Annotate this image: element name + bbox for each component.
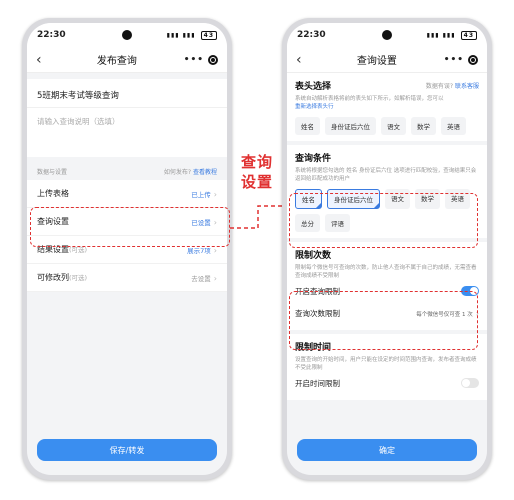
help-text: 如何发布? 查看教程 (164, 167, 217, 176)
close-target-icon[interactable] (467, 54, 478, 65)
row-upload-table[interactable]: 上传表格 已上传 › (27, 180, 227, 208)
close-target-icon[interactable] (207, 54, 218, 65)
battery-icon: 43 (460, 30, 477, 40)
more-icon[interactable]: ••• (184, 55, 204, 65)
left-phone-frame: 22:30 ▮▮▮ ▮▮▮ 43 ‹ 发布查询 ••• 5班期末考试等级查询 请… (22, 18, 232, 480)
more-icon[interactable]: ••• (444, 55, 464, 65)
highlight-limit-count (289, 291, 478, 350)
toggle-label: 开启时间限制 (295, 378, 340, 388)
battery-icon: 43 (200, 30, 217, 40)
back-icon[interactable]: ‹ (296, 52, 310, 68)
section-header: 数据与设置 如何发布? 查看教程 (27, 163, 227, 180)
chevron-right-icon: › (213, 189, 217, 199)
page-title: 发布查询 (96, 56, 137, 67)
header-chip[interactable]: 语文 (381, 117, 406, 135)
help-prefix: 如何发布? (163, 169, 192, 176)
title-input[interactable]: 5班期末考试等级查询 (27, 79, 227, 108)
annotation-label: 查询 设置 (235, 152, 279, 192)
description-input[interactable]: 请输入查询说明（选填） (27, 108, 227, 157)
right-phone-screen: 22:30 ▮▮▮ ▮▮▮ 43 ‹ 查询设置 ••• 表头选择 数据有误? 联… (287, 23, 487, 475)
mini-program-capsule: ••• (444, 54, 478, 65)
row-label: 上传表格 (37, 188, 69, 199)
header-select-section: 表头选择 数据有误? 联系客服 系统自动解析表格将前的表头如下所示，如解析错误，… (287, 73, 487, 141)
section-heading: 查询条件 (295, 151, 479, 164)
status-time: 22:30 (297, 30, 326, 40)
tutorial-link[interactable]: 查看教程 (193, 169, 217, 176)
status-bar: 22:30 ▮▮▮ ▮▮▮ 43 (287, 23, 487, 47)
row-label-text: 可修改列 (37, 273, 69, 282)
save-share-button[interactable]: 保存/转发 (37, 439, 217, 461)
nav-bar: ‹ 查询设置 ••• (287, 47, 487, 73)
header-chip[interactable]: 姓名 (295, 117, 320, 135)
row-value-wrap: 去设置 › (191, 273, 217, 283)
row-value: 去设置 (191, 274, 211, 283)
row-label: 可修改列(可选) (37, 272, 87, 283)
status-bar: 22:30 ▮▮▮ ▮▮▮ 43 (27, 23, 227, 47)
section-heading: 表头选择 数据有误? 联系客服 (295, 79, 479, 92)
section-heading: 限制次数 (295, 248, 479, 261)
highlight-query-settings (30, 207, 230, 247)
back-icon[interactable]: ‹ (36, 52, 50, 68)
row-editable-columns[interactable]: 可修改列(可选) 去设置 › (27, 264, 227, 292)
header-chip[interactable]: 数学 (411, 117, 436, 135)
page-title: 查询设置 (356, 56, 397, 67)
camera-hole (382, 30, 392, 40)
annotation-line-1: 查询 (240, 153, 273, 171)
support-hint: 数据有误? 联系客服 (426, 81, 479, 90)
annotation-line-2: 设置 (240, 173, 273, 191)
section-title: 查询条件 (295, 154, 332, 164)
row-value: 已上传 (191, 190, 211, 199)
time-limit-toggle-row: 开启时间限制 (295, 372, 479, 394)
left-phone-screen: 22:30 ▮▮▮ ▮▮▮ 43 ‹ 发布查询 ••• 5班期末考试等级查询 请… (27, 23, 227, 475)
status-time: 22:30 (37, 30, 66, 40)
status-icons: ▮▮▮ ▮▮▮ 43 (167, 30, 217, 40)
row-value: 展示7项 (187, 246, 211, 255)
row-label-text: 上传表格 (37, 189, 69, 198)
right-phone-frame: 22:30 ▮▮▮ ▮▮▮ 43 ‹ 查询设置 ••• 表头选择 数据有误? 联… (282, 18, 492, 480)
section-title: 表头选择 (295, 82, 332, 92)
section-note: 设置查询的开始时间，用户只能在设定的时间范围内查询，发布者查询成绩不受此限制 (295, 357, 477, 371)
note-text: 系统自动解析表格将前的表头如下所示，如解析错误，您可以 (295, 96, 444, 102)
header-chip-list: 姓名 身份证后六位 语文 数学 英语 (295, 117, 479, 135)
optional-tag: (可选) (69, 246, 88, 254)
chevron-right-icon: › (213, 273, 217, 283)
section-title: 限制次数 (295, 251, 332, 261)
header-chip[interactable]: 英语 (441, 117, 466, 135)
section-note: 限制每个微信号可查询的次数，防止他人查询不属于自己的成绩，无需查看查询成绩不受限… (295, 265, 477, 279)
nav-bar: ‹ 发布查询 ••• (27, 47, 227, 73)
highlight-query-conditions (289, 193, 478, 248)
contact-support-link[interactable]: 联系客服 (455, 83, 479, 90)
time-limit-toggle[interactable] (461, 378, 479, 388)
row-value-wrap: 已上传 › (191, 189, 217, 199)
camera-hole (122, 30, 132, 40)
support-prefix: 数据有误? (425, 83, 454, 90)
header-chip[interactable]: 身份证后六位 (325, 117, 376, 135)
optional-tag: (可选) (69, 274, 88, 282)
reselect-header-link[interactable]: 重新选择表头行 (295, 104, 334, 110)
status-icons: ▮▮▮ ▮▮▮ 43 (427, 30, 477, 40)
section-note: 系统将根据您勾选的 姓名 身份证后六位 选项进行匹配校验，查询结果只会返回给匹配… (295, 168, 477, 182)
title-card: 5班期末考试等级查询 请输入查询说明（选填） (27, 79, 227, 157)
section-note: 系统自动解析表格将前的表头如下所示，如解析错误，您可以 重新选择表头行 (295, 95, 479, 111)
mini-program-capsule: ••• (184, 54, 218, 65)
section-label: 数据与设置 (37, 169, 68, 176)
confirm-button[interactable]: 确定 (297, 439, 477, 461)
